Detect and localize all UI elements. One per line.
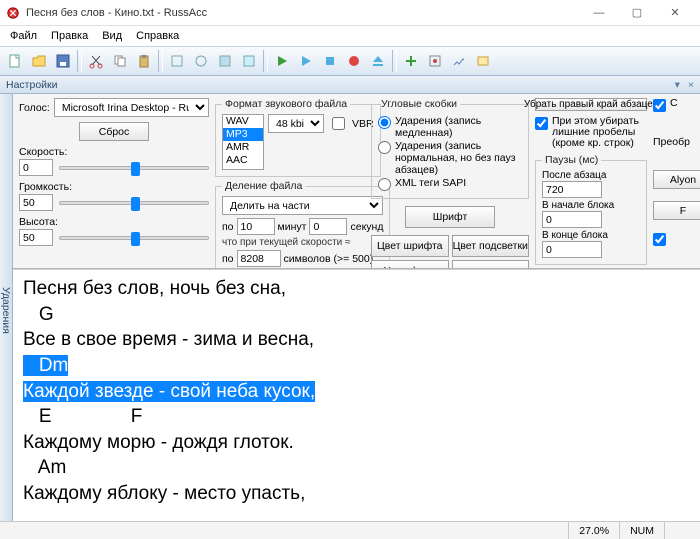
- toolbar-separator: [158, 50, 163, 72]
- split-fieldset: Деление файла Делить на части по 10 мину…: [215, 180, 390, 269]
- new-file-button[interactable]: [4, 50, 26, 72]
- action-c-button[interactable]: [214, 50, 236, 72]
- action-d-button[interactable]: [238, 50, 260, 72]
- text-line: E F: [23, 404, 700, 430]
- minimize-button[interactable]: —: [580, 2, 618, 24]
- split-minutes[interactable]: 10: [237, 218, 275, 235]
- pitch-value[interactable]: [19, 229, 53, 246]
- speed-label: Скорость:: [19, 146, 209, 158]
- accents-side-tab[interactable]: Ударения: [0, 94, 13, 521]
- settings-dock-title: Настройки: [6, 79, 58, 91]
- settings-dock-header: Настройки ▾ ×: [0, 76, 700, 94]
- status-percent: 27.0%: [568, 522, 619, 539]
- menu-file[interactable]: Файл: [4, 28, 43, 44]
- pitch-label: Высота:: [19, 216, 209, 228]
- voice-select[interactable]: Microsoft Irina Desktop - Russian: [54, 98, 209, 117]
- format-fieldset: Формат звукового файла WAV MP3 AMR AAC 4…: [215, 98, 381, 177]
- play-alt-button[interactable]: [295, 50, 317, 72]
- right-f-button[interactable]: F: [653, 201, 700, 220]
- text-line: Песня без слов, ночь без сна,: [23, 276, 700, 302]
- menu-edit[interactable]: Правка: [45, 28, 94, 44]
- text-line: Каждому яблоку - место упасть,: [23, 481, 700, 507]
- tool-f-button[interactable]: [448, 50, 470, 72]
- brackets-radio-1[interactable]: Ударения (запись медленная): [378, 115, 522, 139]
- text-line: Каждому морю - дождя глоток.: [23, 430, 700, 456]
- text-line: Am: [23, 455, 700, 481]
- settings-panel: Голос: Microsoft Irina Desktop - Russian…: [13, 94, 700, 269]
- reset-button[interactable]: Сброс: [79, 122, 149, 141]
- brackets-radio-3[interactable]: XML теги SAPI: [378, 177, 522, 191]
- volume-value[interactable]: [19, 194, 53, 211]
- dock-pin-icon[interactable]: ▾: [675, 79, 680, 91]
- text-editor[interactable]: Песня без слов, ночь без сна, G Все в св…: [13, 269, 700, 521]
- right-check-2[interactable]: [653, 232, 700, 246]
- maximize-button[interactable]: ▢: [618, 2, 656, 24]
- tool-e-button[interactable]: [424, 50, 446, 72]
- paste-button[interactable]: [133, 50, 155, 72]
- speed-value[interactable]: [19, 159, 53, 176]
- close-button[interactable]: ✕: [656, 2, 694, 24]
- brackets-radio-2[interactable]: Ударения (запись нормальная, но без пауз…: [378, 140, 522, 176]
- title-bar: Песня без слов - Кино.txt - RussAcc — ▢ …: [0, 0, 700, 26]
- trim-spaces-checkbox[interactable]: При этом убирать лишние пробелы (кроме к…: [535, 116, 647, 149]
- right-alyon-button[interactable]: Alyon: [653, 170, 700, 189]
- pause-after-para[interactable]: 720: [542, 181, 602, 198]
- pause-block-end[interactable]: 0: [542, 241, 602, 258]
- cut-button[interactable]: [85, 50, 107, 72]
- text-line: Каждой звезде - свой неба кусок,: [23, 379, 700, 405]
- volume-label: Громкость:: [19, 181, 209, 193]
- menu-bar: Файл Правка Вид Справка: [0, 26, 700, 46]
- bg-color-button[interactable]: Цвет фона: [371, 260, 449, 269]
- toolbar-separator: [392, 50, 397, 72]
- pitch-slider[interactable]: [59, 236, 209, 240]
- stop-button[interactable]: [319, 50, 341, 72]
- right-preob: Преобр: [653, 136, 700, 148]
- tool-g-button[interactable]: [472, 50, 494, 72]
- voice-label: Голос: Microsoft Irina Desktop - Russian: [19, 98, 209, 117]
- font-button[interactable]: Шрифт: [405, 206, 495, 228]
- dock-close-icon[interactable]: ×: [688, 79, 694, 91]
- trim-right-button[interactable]: Убрать правый край абзацев: [535, 98, 647, 111]
- menu-view[interactable]: Вид: [96, 28, 128, 44]
- app-icon: [6, 6, 20, 20]
- brackets-fieldset: Угловые скобки Ударения (запись медленна…: [371, 98, 529, 199]
- copy-button[interactable]: [109, 50, 131, 72]
- save-button[interactable]: [52, 50, 74, 72]
- open-file-button[interactable]: [28, 50, 50, 72]
- pauses-fieldset: Паузы (мс) После абзаца 720 В начале бло…: [535, 154, 647, 265]
- window-title: Песня без слов - Кино.txt - RussAcc: [26, 7, 580, 19]
- action-b-button[interactable]: [190, 50, 212, 72]
- bg-highlight-color-button[interactable]: Цвет фона подсветки: [452, 260, 530, 269]
- text-line: Все в свое время - зима и весна,: [23, 327, 700, 353]
- split-mode-select[interactable]: Делить на части: [222, 196, 383, 215]
- add-button[interactable]: [400, 50, 422, 72]
- toolbar-separator: [263, 50, 268, 72]
- vbr-checkbox[interactable]: VBR: [328, 114, 374, 133]
- text-line: G: [23, 302, 700, 328]
- eject-button[interactable]: [367, 50, 389, 72]
- text-line: Dm: [23, 353, 700, 379]
- right-check-c[interactable]: С: [653, 98, 700, 112]
- status-bar: 27.0% NUM: [0, 521, 700, 539]
- toolbar: [0, 46, 700, 76]
- font-color-button[interactable]: Цвет шрифта: [371, 235, 449, 257]
- highlight-color-button[interactable]: Цвет подсветки: [452, 235, 530, 257]
- toolbar-separator: [77, 50, 82, 72]
- volume-slider[interactable]: [59, 201, 209, 205]
- split-chars[interactable]: 8208: [237, 250, 281, 267]
- record-button[interactable]: [343, 50, 365, 72]
- split-note: что при текущей скорости ≈: [222, 237, 383, 248]
- menu-help[interactable]: Справка: [130, 28, 185, 44]
- split-seconds[interactable]: 0: [309, 218, 347, 235]
- status-num: NUM: [619, 522, 664, 539]
- pause-block-start[interactable]: 0: [542, 211, 602, 228]
- play-button[interactable]: [271, 50, 293, 72]
- bitrate-select[interactable]: 48 kbit: [268, 114, 324, 133]
- format-list[interactable]: WAV MP3 AMR AAC: [222, 114, 264, 170]
- speed-slider[interactable]: [59, 166, 209, 170]
- action-a-button[interactable]: [166, 50, 188, 72]
